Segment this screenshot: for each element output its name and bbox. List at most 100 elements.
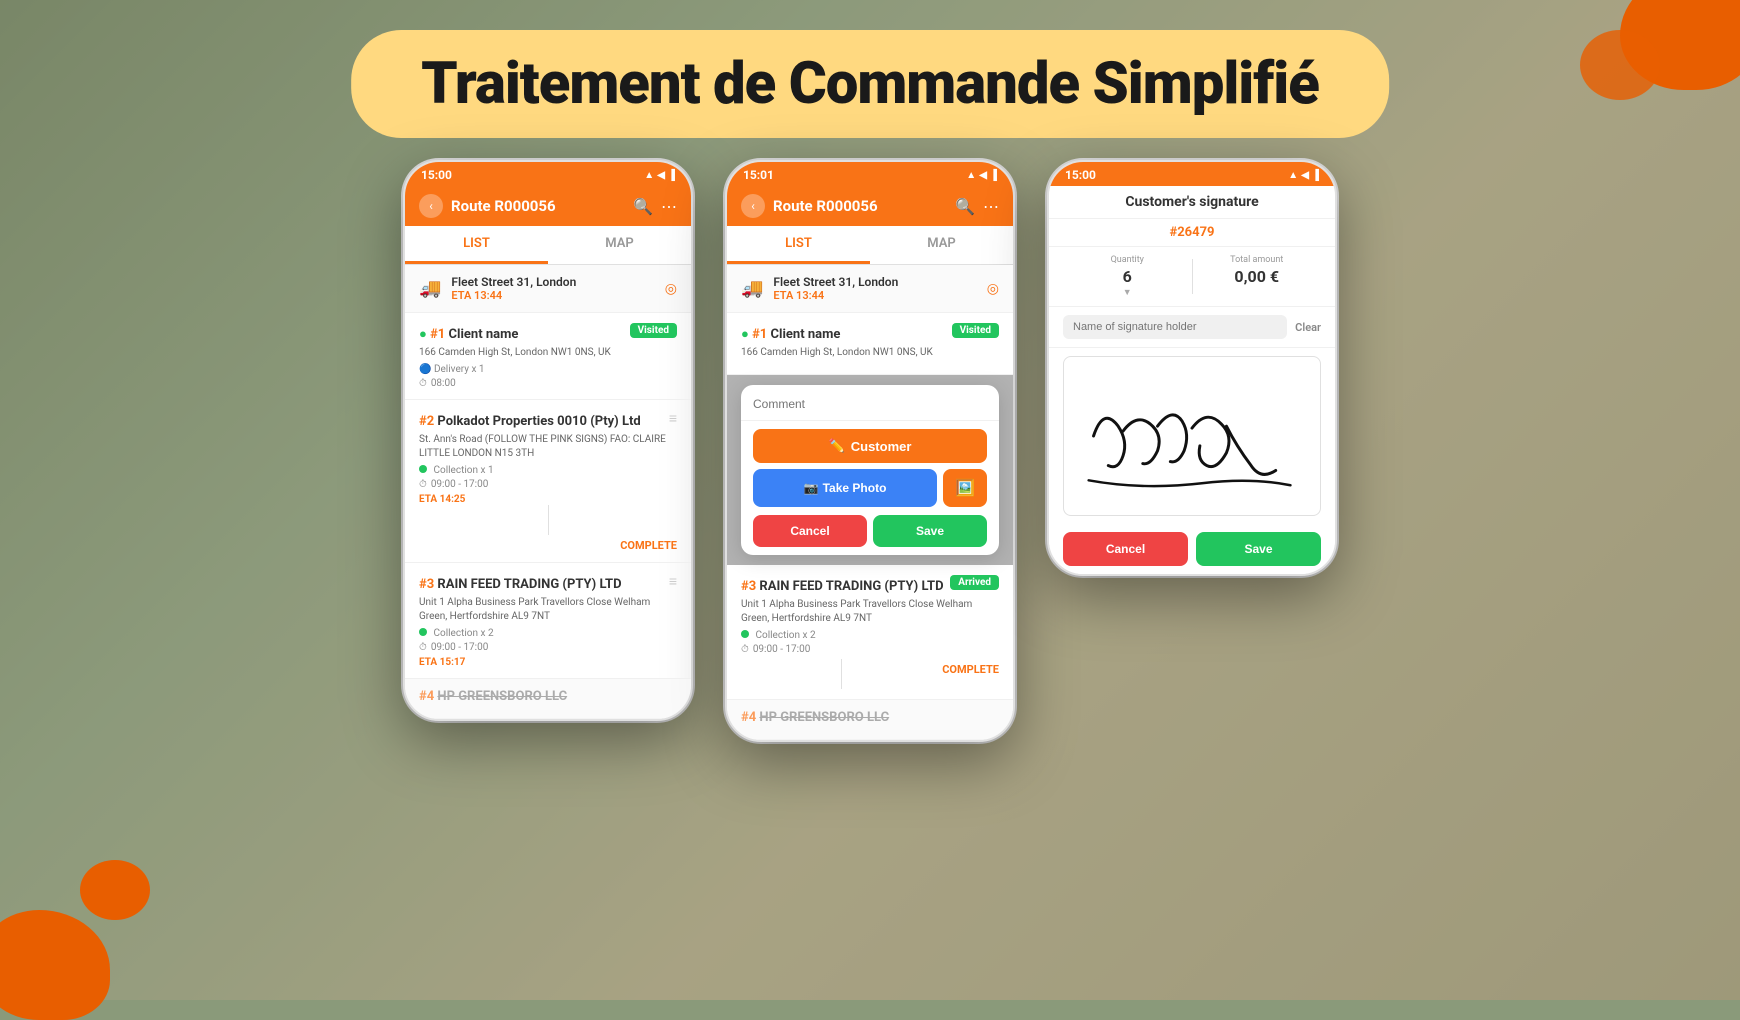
sig-name-row: Clear	[1049, 307, 1335, 348]
page-title: Traitement de Commande Simplifié	[421, 50, 1319, 118]
phone1-status-icons: ▲ ◀ ▐	[644, 170, 675, 181]
phone2-stop3-time: ⏱ 09:00 - 17:00	[741, 644, 999, 655]
phone2-time: 15:01	[743, 168, 774, 182]
cancel-save-row: Cancel Save	[753, 515, 987, 547]
phone2-loc-info: Fleet Street 31, London ETA 13:44	[773, 275, 986, 302]
p2-signal-icon: ▲	[966, 170, 976, 181]
sig-meta-row: Quantity 6 ▼ Total amount 0,00 €	[1049, 247, 1335, 307]
battery-icon: ▐	[668, 170, 675, 181]
phone2-tab-list[interactable]: LIST	[727, 226, 870, 264]
sig-total-item: Total amount 0,00 €	[1193, 255, 1322, 298]
gallery-button[interactable]: 🖼️	[943, 469, 987, 507]
stop1-name: ● #1 Client name	[419, 327, 518, 342]
stop3-time: ⏱ 09:00 - 17:00	[419, 642, 677, 653]
sig-total-value: 0,00 €	[1193, 267, 1322, 286]
p3-wifi-icon: ◀	[1301, 170, 1309, 181]
stop-item-3[interactable]: #3 RAIN FEED TRADING (PTY) LTD ≡ Unit 1 …	[405, 563, 691, 679]
stop2-address: St. Ann's Road (FOLLOW THE PINK SIGNS) F…	[419, 433, 677, 461]
phone3-time: 15:00	[1065, 168, 1096, 182]
stop-item-2[interactable]: #2 Polkadot Properties 0010 (Pty) Ltd ≡ …	[405, 400, 691, 563]
phone2-stop3-name: #3 RAIN FEED TRADING (PTY) LTD	[741, 579, 944, 594]
sig-quantity-dropdown-icon[interactable]: ▼	[1063, 287, 1192, 298]
wifi-icon: ◀	[657, 170, 665, 181]
phone2-more-icon[interactable]: ⋯	[983, 197, 999, 216]
phone2-divider	[841, 659, 842, 689]
p2-truck-icon: 🚚	[741, 278, 763, 299]
stop1-type: 🔵 Delivery x 1	[419, 364, 677, 375]
camera-icon: 📷	[804, 481, 819, 495]
customer-icon: ✏️	[829, 438, 845, 454]
stop-item-4[interactable]: #4 HP GREENSBORO LLC	[405, 679, 691, 719]
modal-actions: ✏️ Customer 📷 Take Photo 🖼️	[741, 421, 999, 555]
phone-1: 15:00 ▲ ◀ ▐ ‹ Route R000056 🔍 ⋯ LIST MAP	[403, 160, 693, 721]
sig-name-input[interactable]	[1063, 315, 1287, 339]
phone2-nav-bar: ‹ Route R000056 🔍 ⋯	[727, 186, 1013, 226]
signature-svg	[1064, 357, 1320, 515]
stop1-time: ⏱ 08:00	[419, 378, 677, 389]
phone2-stop3-badge: Arrived	[950, 575, 999, 590]
sig-save-button[interactable]: Save	[1196, 532, 1321, 566]
phone2-tab-map[interactable]: MAP	[870, 226, 1013, 264]
phone1-more-icon[interactable]: ⋯	[661, 197, 677, 216]
stop2-complete[interactable]: COMPLETE	[419, 539, 677, 552]
action-modal: ✏️ Customer 📷 Take Photo 🖼️	[727, 375, 1013, 565]
phone2-status-icons: ▲ ◀ ▐	[966, 170, 997, 181]
phone3-status-icons: ▲ ◀ ▐	[1288, 170, 1319, 181]
phone1-nav-icons: 🔍 ⋯	[633, 197, 677, 216]
phone2-stop1-address: 166 Camden High St, London NW1 0NS, UK	[741, 346, 999, 360]
sig-cancel-button[interactable]: Cancel	[1063, 532, 1188, 566]
title-banner: Traitement de Commande Simplifié	[351, 30, 1389, 138]
stop3-menu-icon: ≡	[669, 573, 677, 590]
location-truck-icon: 🚚	[419, 278, 441, 299]
stop1-address: 166 Camden High St, London NW1 0NS, UK	[419, 346, 677, 360]
phone2-stop1-name: ● #1 Client name	[741, 327, 840, 342]
phone2-nav-icons: 🔍 ⋯	[955, 197, 999, 216]
phone1-search-icon[interactable]: 🔍	[633, 197, 653, 216]
modal-card: ✏️ Customer 📷 Take Photo 🖼️	[741, 385, 999, 555]
phone2-stop3-type: Collection x 2	[741, 630, 999, 641]
comment-input[interactable]	[753, 397, 987, 411]
sig-order-number: #26479	[1049, 219, 1335, 247]
phone-2: 15:01 ▲ ◀ ▐ ‹ Route R000056 🔍 ⋯ LIST MAP	[725, 160, 1015, 742]
modal-save-button[interactable]: Save	[873, 515, 987, 547]
phone3-nav-bar: Customer's signature	[1049, 186, 1335, 219]
signature-canvas[interactable]	[1063, 356, 1321, 516]
phone2-back-button[interactable]: ‹	[741, 194, 765, 218]
stop3-eta: ETA 15:17	[419, 657, 677, 668]
take-photo-button[interactable]: 📷 Take Photo	[753, 469, 937, 507]
phone1-tab-map[interactable]: MAP	[548, 226, 691, 264]
comment-field[interactable]	[741, 385, 999, 421]
phone1-location-item: 🚚 Fleet Street 31, London ETA 13:44 ◎	[405, 265, 691, 313]
phone2-stop4[interactable]: #4 HP GREENSBORO LLC	[727, 700, 1013, 740]
p2-wifi-icon: ◀	[979, 170, 987, 181]
stop4-name: #4 HP GREENSBORO LLC	[419, 689, 567, 704]
phone1-back-button[interactable]: ‹	[419, 194, 443, 218]
phone2-stop1[interactable]: ● #1 Client name Visited 166 Camden High…	[727, 313, 1013, 375]
phone2-loc-eta: ETA 13:44	[773, 289, 986, 302]
customer-button[interactable]: ✏️ Customer	[753, 429, 987, 463]
phone1-loc-name: Fleet Street 31, London	[451, 275, 664, 289]
phone1-loc-eta: ETA 13:44	[451, 289, 664, 302]
phone2-list-content: 🚚 Fleet Street 31, London ETA 13:44 ◎ ● …	[727, 265, 1013, 740]
phone1-time: 15:00	[421, 168, 452, 182]
phone1-tab-bar: LIST MAP	[405, 226, 691, 265]
sig-clear-button[interactable]: Clear	[1295, 321, 1321, 334]
phone-3: 15:00 ▲ ◀ ▐ Customer's signature #26479 …	[1047, 160, 1337, 576]
phone2-stop3[interactable]: #3 RAIN FEED TRADING (PTY) LTD Arrived U…	[727, 565, 1013, 700]
blob-bottom-left-2	[80, 860, 150, 920]
sig-footer: Cancel Save	[1049, 524, 1335, 574]
phone2-route-title: Route R000056	[773, 197, 947, 215]
photo-row: 📷 Take Photo 🖼️	[753, 469, 987, 507]
location-arrow-icon: ◎	[665, 281, 677, 297]
stop-item-1[interactable]: ● #1 Client name Visited 166 Camden High…	[405, 313, 691, 400]
phone2-stop3-complete[interactable]: COMPLETE	[942, 663, 999, 689]
phone2-stop4-name: #4 HP GREENSBORO LLC	[741, 710, 889, 725]
sig-total-label: Total amount	[1193, 255, 1322, 265]
sig-quantity-value: 6	[1063, 267, 1192, 286]
phone2-search-icon[interactable]: 🔍	[955, 197, 975, 216]
modal-cancel-button[interactable]: Cancel	[753, 515, 867, 547]
gallery-icon: 🖼️	[955, 480, 975, 497]
phone1-tab-list[interactable]: LIST	[405, 226, 548, 264]
phone2-status-bar: 15:01 ▲ ◀ ▐	[727, 162, 1013, 186]
p2-battery-icon: ▐	[990, 170, 997, 181]
